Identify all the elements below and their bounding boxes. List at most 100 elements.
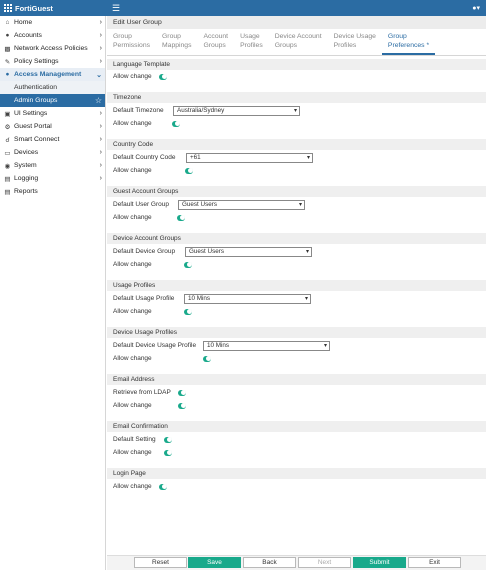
chevron-right-icon: › — [99, 136, 102, 143]
brand: FortiGuest — [0, 4, 106, 13]
sidebar-item-accounts[interactable]: ● Accounts › — [0, 29, 105, 42]
user-icon[interactable]: ●▾ — [472, 4, 480, 12]
user-group-select[interactable]: Guest Users ▾ — [178, 199, 305, 210]
device-group-allow-toggle[interactable] — [184, 261, 192, 268]
language-allow-toggle[interactable] — [159, 73, 167, 80]
chevron-right-icon: › — [99, 45, 102, 52]
chevron-down-icon: ▾ — [304, 295, 308, 302]
guest-group-allow-toggle[interactable] — [177, 214, 185, 221]
usage-profile-select[interactable]: 10 Mins ▾ — [184, 293, 311, 304]
country-code-select[interactable]: +61 ▾ — [186, 152, 313, 163]
email-allow-row: Allow change — [107, 399, 486, 412]
app-title: FortiGuest — [15, 3, 53, 13]
section-title-usage-profiles: Usage Profiles — [107, 280, 486, 291]
section-title-login-page: Login Page — [107, 468, 486, 479]
sidebar-item-policy-settings[interactable]: ✎ Policy Settings › — [0, 55, 105, 68]
chevron-right-icon: › — [99, 58, 102, 65]
chevron-right-icon: › — [99, 149, 102, 156]
tab-usage-profiles[interactable]: Usage Profiles — [234, 29, 269, 55]
main-panel: Edit User Group Group Permissions Group Ma… — [107, 16, 486, 570]
section-title-language: Language Template — [107, 59, 486, 70]
sidebar-item-system[interactable]: ◉ System › — [0, 159, 105, 172]
chart-icon: ▤ — [4, 175, 11, 183]
fortinet-logo — [4, 4, 12, 12]
tab-device-account-groups[interactable]: Device Account Groups — [269, 29, 328, 55]
device-usage-profile-select[interactable]: 10 Mins ▾ — [203, 340, 330, 351]
timezone-allow-row: Allow change — [107, 117, 486, 130]
chevron-right-icon: › — [99, 123, 102, 130]
chevron-down-icon: ▾ — [305, 248, 309, 255]
sidebar-item-network-access-policies[interactable]: ▩ Network Access Policies › — [0, 42, 105, 55]
star-icon[interactable]: ☆ — [95, 96, 102, 105]
tab-group-permissions[interactable]: Group Permissions — [107, 29, 156, 55]
usage-profile-allow-row: Allow change — [107, 305, 486, 318]
guest-group-row: Default User Group Guest Users ▾ — [107, 198, 486, 211]
timezone-select[interactable]: Australia/Sydney ▾ — [173, 105, 300, 116]
tab-group-mappings[interactable]: Group Mappings — [156, 29, 197, 55]
sidebar-item-devices[interactable]: ▭ Devices › — [0, 146, 105, 159]
connect-icon: ☌ — [5, 136, 10, 144]
email-conf-allow-row: Allow change — [107, 446, 486, 459]
sidebar-item-ui-settings[interactable]: ▣ UI Settings › — [0, 107, 105, 120]
form-footer: Reset Save Back Next Submit Exit — [107, 555, 486, 570]
email-conf-default-toggle[interactable] — [164, 436, 172, 443]
sidebar-item-home[interactable]: ⌂ Home › — [0, 16, 105, 29]
device-usage-profile-allow-toggle[interactable] — [203, 355, 211, 362]
retrieve-ldap-toggle[interactable] — [178, 389, 186, 396]
sidebar-item-smart-connect[interactable]: ☌ Smart Connect › — [0, 133, 105, 146]
chevron-right-icon: › — [99, 32, 102, 39]
section-title-email-confirmation: Email Confirmation — [107, 421, 486, 432]
chevron-right-icon: › — [99, 19, 102, 26]
sidebar: ⌂ Home › ● Accounts › ▩ Network Access Polici… — [0, 16, 106, 570]
reset-button[interactable]: Reset — [134, 557, 187, 568]
section-title-timezone: Timezone — [107, 92, 486, 103]
email-conf-allow-toggle[interactable] — [164, 449, 172, 456]
device-group-row: Default Device Group Guest Users ▾ — [107, 245, 486, 258]
email-retrieve-row: Retrieve from LDAP — [107, 386, 486, 399]
chevron-right-icon: › — [99, 162, 102, 169]
guest-group-allow-row: Allow change — [107, 211, 486, 224]
section-title-guest-account-groups: Guest Account Groups — [107, 186, 486, 197]
section-title-device-account-groups: Device Account Groups — [107, 233, 486, 244]
exit-button[interactable]: Exit — [408, 557, 461, 568]
login-allow-row: Allow change — [107, 480, 486, 493]
section-title-device-usage-profiles: Device Usage Profiles — [107, 327, 486, 338]
tab-device-usage-profiles[interactable]: Device Usage Profiles — [328, 29, 382, 55]
section-title-country-code: Country Code — [107, 139, 486, 150]
login-allow-toggle[interactable] — [159, 483, 167, 490]
laptop-icon: ▭ — [4, 149, 11, 157]
users-icon: ● — [5, 71, 10, 78]
tab-group-preferences[interactable]: Group Preferences * — [381, 29, 436, 55]
report-icon: ▤ — [4, 188, 11, 196]
edit-icon: ✎ — [4, 58, 11, 66]
chevron-down-icon: ▾ — [306, 154, 310, 161]
chevron-down-icon: ▾ — [293, 107, 297, 114]
sidebar-item-authentication[interactable]: Authentication — [0, 81, 105, 94]
next-button[interactable]: Next — [298, 557, 351, 568]
country-code-allow-toggle[interactable] — [185, 167, 193, 174]
top-bar: FortiGuest ☰ ●▾ — [0, 0, 486, 16]
tab-account-groups[interactable]: Account Groups — [198, 29, 235, 55]
country-code-allow-row: Allow change — [107, 164, 486, 177]
back-button[interactable]: Back — [243, 557, 296, 568]
sidebar-item-reports[interactable]: ▤ Reports — [0, 185, 105, 198]
people-icon: ● — [5, 32, 10, 39]
submit-button[interactable]: Submit — [353, 557, 406, 568]
home-icon: ⌂ — [5, 19, 10, 26]
save-button[interactable]: Save — [188, 557, 241, 568]
sidebar-item-admin-groups[interactable]: Admin Groups ☆ — [0, 94, 105, 107]
usage-profile-row: Default Usage Profile 10 Mins ▾ — [107, 292, 486, 305]
chevron-down-icon: ⌄ — [96, 71, 102, 79]
device-group-select[interactable]: Guest Users ▾ — [185, 246, 312, 257]
email-allow-toggle[interactable] — [178, 402, 186, 409]
globe-icon: ◉ — [4, 162, 11, 170]
hamburger-menu-icon[interactable]: ☰ — [112, 3, 120, 14]
page-title: Edit User Group — [107, 16, 486, 29]
sidebar-item-access-management[interactable]: ● Access Management ⌄ — [0, 68, 105, 81]
usage-profile-allow-toggle[interactable] — [184, 308, 192, 315]
sidebar-item-guest-portal[interactable]: ⚙ Guest Portal › — [0, 120, 105, 133]
chevron-down-icon: ▾ — [323, 342, 327, 349]
chevron-down-icon: ▾ — [298, 201, 302, 208]
timezone-allow-toggle[interactable] — [172, 120, 180, 127]
sidebar-item-logging[interactable]: ▤ Logging › — [0, 172, 105, 185]
